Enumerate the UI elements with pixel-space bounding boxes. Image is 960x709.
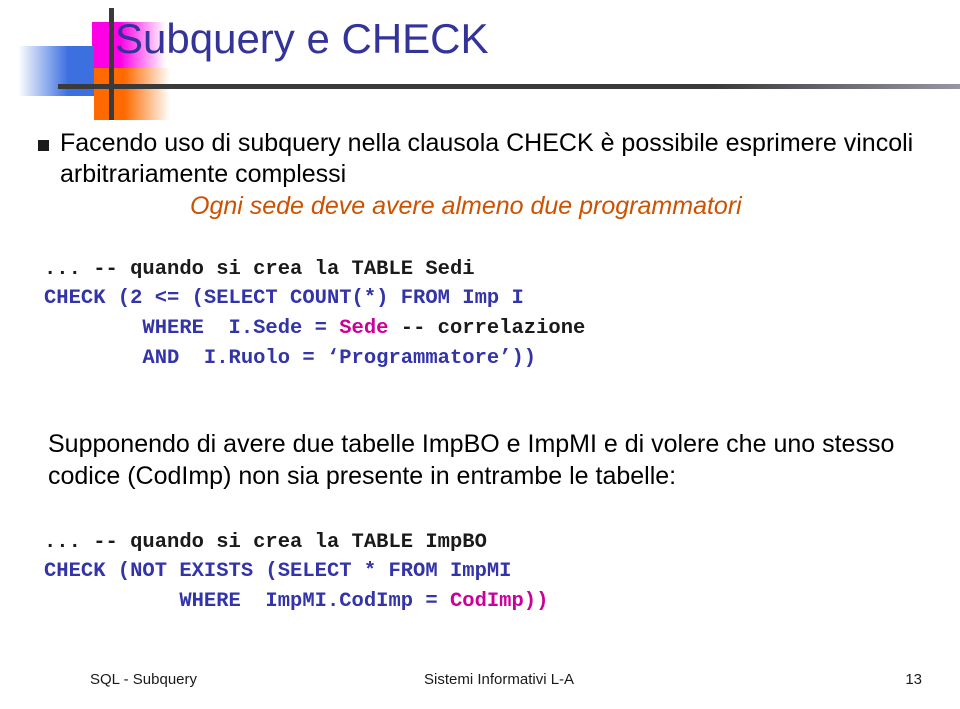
square-bullet-icon [38,140,49,151]
code2-line3-highlight: CodImp)) [449,589,549,613]
paragraph-text: Supponendo di avere due tabelle ImpBO e … [48,430,895,490]
code2-line1: ... -- quando si crea la TABLE ImpBO [44,530,487,554]
code-block-1: ... -- quando si crea la TABLE Sedi CHEC… [0,225,960,403]
bullet-item-1-text: Facendo uso di subquery nella clausola C… [60,129,914,188]
code-block-2: ... -- quando si crea la TABLE ImpBO CHE… [0,498,960,647]
code2-line3: WHERE ImpMI.CodImp = CodImp)) [44,590,548,613]
code1-line3-highlight: Sede [339,317,389,341]
sub-item-example-1: Ogni sede deve avere almeno due programm… [190,192,742,220]
slide-footer: SQL - Subquery Sistemi Informativi L-A 1… [0,671,960,693]
footer-left-label: SQL - Subquery [90,671,197,688]
logo-vertical-line [109,8,114,120]
code1-line4: AND I.Ruolo = ‘Programmatore’)) [44,346,537,370]
code1-line2: CHECK (2 <= (SELECT COUNT(*) FROM Imp I [44,287,524,311]
bullet-item-1: Facendo uso di subquery nella clausola C… [0,128,960,189]
code2-line2: CHECK (NOT EXISTS (SELECT * FROM ImpMI [44,560,512,584]
slide-title: Subquery e CHECK [115,15,489,62]
code1-line1: ... -- quando si crea la TABLE Sedi [44,257,475,281]
logo-square-orange [94,68,170,120]
footer-page-number: 13 [905,671,922,688]
code2-line3-prefix: WHERE ImpMI.CodImp = [44,589,450,613]
code1-line3: WHERE I.Sede = Sede -- correlazione [44,317,585,340]
slide-body: Facendo uso di subquery nella clausola C… [0,128,960,646]
logo-horizontal-rule [58,84,960,89]
code1-line3-prefix: WHERE I.Sede = [44,317,340,341]
code1-line3-comment: -- correlazione [388,317,586,341]
footer-center-label: Sistemi Informativi L-A [424,671,575,688]
